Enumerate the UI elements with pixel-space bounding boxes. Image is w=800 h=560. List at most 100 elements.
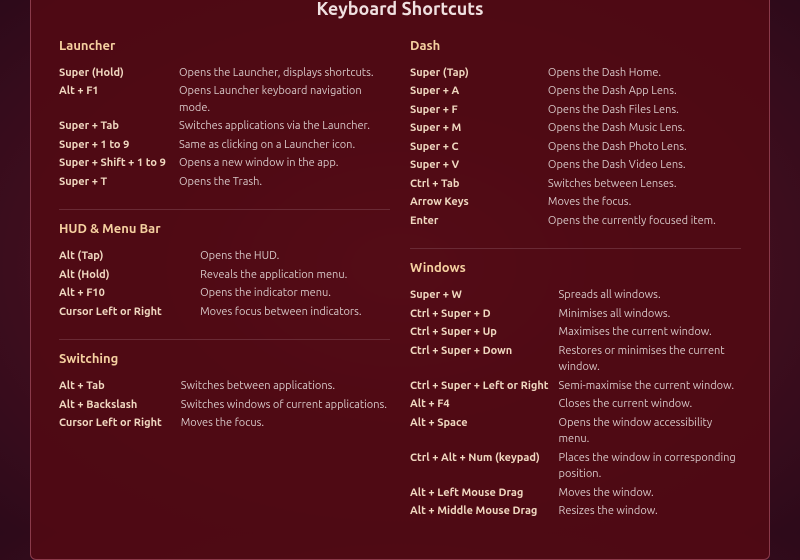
shortcut-desc: Restores or minimises the current window… <box>559 342 741 377</box>
shortcut-desc: Switches applications via the Launcher. <box>179 117 390 136</box>
table-row: Alt (Tap)Opens the HUD. <box>59 247 390 266</box>
table-row: Arrow KeysMoves the focus. <box>410 193 741 212</box>
shortcut-key: Alt + F10 <box>59 284 200 303</box>
shortcut-key: Super + Tab <box>59 117 179 136</box>
table-row: Cursor Left or RightMoves the focus. <box>59 414 390 433</box>
table-row: Super + 1 to 9Same as clicking on a Laun… <box>59 136 390 155</box>
section-switching: Switching Alt + TabSwitches between appl… <box>59 352 390 433</box>
table-row: Super + TOpens the Trash. <box>59 173 390 192</box>
shortcut-key: Alt + Left Mouse Drag <box>410 484 559 503</box>
hud-table: Alt (Tap)Opens the HUD.Alt (Hold)Reveals… <box>59 247 390 321</box>
divider-2 <box>59 339 390 340</box>
shortcut-desc: Opens the Launcher, displays shortcuts. <box>179 64 390 83</box>
table-row: Alt + SpaceOpens the window accessibilit… <box>410 414 741 449</box>
table-row: Super + WSpreads all windows. <box>410 286 741 305</box>
table-row: Ctrl + Super + Left or RightSemi-maximis… <box>410 377 741 396</box>
shortcut-key: Ctrl + Super + Down <box>410 342 559 377</box>
shortcut-desc: Semi-maximise the current window. <box>559 377 741 396</box>
dash-table: Super (Tap)Opens the Dash Home.Super + A… <box>410 64 741 231</box>
shortcut-desc: Opens the HUD. <box>200 247 390 266</box>
shortcut-key: Alt + Space <box>410 414 559 449</box>
dialog-title: Keyboard Shortcuts <box>59 0 741 19</box>
shortcut-key: Super + W <box>410 286 559 305</box>
table-row: Ctrl + Super + DownRestores or minimises… <box>410 342 741 377</box>
shortcut-key: Alt + Middle Mouse Drag <box>410 502 559 521</box>
table-row: Alt + Left Mouse DragMoves the window. <box>410 484 741 503</box>
shortcut-desc: Switches between Lenses. <box>548 175 741 194</box>
right-column: Dash Super (Tap)Opens the Dash Home.Supe… <box>410 39 741 539</box>
shortcut-desc: Opens the Dash Music Lens. <box>548 119 741 138</box>
shortcut-key: Ctrl + Super + Up <box>410 323 559 342</box>
shortcut-desc: Opens Launcher keyboard navigation mode. <box>179 82 390 117</box>
table-row: Super + COpens the Dash Photo Lens. <box>410 138 741 157</box>
table-row: Super (Tap)Opens the Dash Home. <box>410 64 741 83</box>
table-row: Alt + F10Opens the indicator menu. <box>59 284 390 303</box>
left-column: Launcher Super (Hold)Opens the Launcher,… <box>59 39 390 539</box>
shortcut-desc: Resizes the window. <box>559 502 741 521</box>
section-dash: Dash Super (Tap)Opens the Dash Home.Supe… <box>410 39 741 231</box>
shortcut-key: Super + M <box>410 119 548 138</box>
shortcut-desc: Opens the currently focused item. <box>548 212 741 231</box>
shortcut-desc: Opens the Dash App Lens. <box>548 82 741 101</box>
windows-table: Super + WSpreads all windows.Ctrl + Supe… <box>410 286 741 521</box>
shortcut-key: Alt + F4 <box>410 395 559 414</box>
shortcut-key: Arrow Keys <box>410 193 548 212</box>
table-row: Ctrl + Alt + Num (keypad)Places the wind… <box>410 449 741 484</box>
shortcut-desc: Moves the focus. <box>548 193 741 212</box>
table-row: Alt + Middle Mouse DragResizes the windo… <box>410 502 741 521</box>
table-row: Alt + TabSwitches between applications. <box>59 377 390 396</box>
section-launcher: Launcher Super (Hold)Opens the Launcher,… <box>59 39 390 192</box>
table-row: Ctrl + Super + UpMaximises the current w… <box>410 323 741 342</box>
shortcut-desc: Opens the indicator menu. <box>200 284 390 303</box>
table-row: Super + FOpens the Dash Files Lens. <box>410 101 741 120</box>
section-hud-title: HUD & Menu Bar <box>59 222 390 239</box>
table-row: Super + AOpens the Dash App Lens. <box>410 82 741 101</box>
shortcut-key: Cursor Left or Right <box>59 414 181 433</box>
table-row: Super + TabSwitches applications via the… <box>59 117 390 136</box>
table-row: Alt + F1Opens Launcher keyboard navigati… <box>59 82 390 117</box>
shortcut-desc: Opens the Dash Files Lens. <box>548 101 741 120</box>
shortcut-desc: Closes the current window. <box>559 395 741 414</box>
shortcut-desc: Places the window in corresponding posit… <box>559 449 741 484</box>
shortcut-desc: Opens the Dash Video Lens. <box>548 156 741 175</box>
shortcut-key: Ctrl + Tab <box>410 175 548 194</box>
shortcut-key: Super + Shift + 1 to 9 <box>59 154 179 173</box>
shortcut-desc: Opens the Dash Home. <box>548 64 741 83</box>
table-row: Alt (Hold)Reveals the application menu. <box>59 266 390 285</box>
shortcut-key: Alt (Tap) <box>59 247 200 266</box>
shortcut-key: Super + T <box>59 173 179 192</box>
table-row: Super + Shift + 1 to 9Opens a new window… <box>59 154 390 173</box>
section-switching-title: Switching <box>59 352 390 369</box>
shortcut-key: Alt + Tab <box>59 377 181 396</box>
shortcut-desc: Moves the focus. <box>181 414 390 433</box>
shortcut-desc: Switches windows of current applications… <box>181 396 390 415</box>
table-row: Ctrl + Super + DMinimises all windows. <box>410 305 741 324</box>
section-windows-title: Windows <box>410 261 741 278</box>
shortcut-key: Super + 1 to 9 <box>59 136 179 155</box>
shortcut-key: Cursor Left or Right <box>59 303 200 322</box>
section-hud: HUD & Menu Bar Alt (Tap)Opens the HUD.Al… <box>59 222 390 321</box>
switching-table: Alt + TabSwitches between applications.A… <box>59 377 390 433</box>
shortcut-desc: Opens the window accessibility menu. <box>559 414 741 449</box>
table-row: EnterOpens the currently focused item. <box>410 212 741 231</box>
shortcut-key: Super + V <box>410 156 548 175</box>
shortcut-key: Super (Tap) <box>410 64 548 83</box>
shortcut-desc: Opens a new window in the app. <box>179 154 390 173</box>
shortcut-desc: Same as clicking on a Launcher icon. <box>179 136 390 155</box>
keyboard-shortcuts-dialog: Keyboard Shortcuts Launcher Super (Hold)… <box>30 0 770 560</box>
shortcut-key: Ctrl + Alt + Num (keypad) <box>410 449 559 484</box>
table-row: Ctrl + TabSwitches between Lenses. <box>410 175 741 194</box>
section-launcher-title: Launcher <box>59 39 390 56</box>
shortcut-desc: Moves focus between indicators. <box>200 303 390 322</box>
shortcut-key: Alt + Backslash <box>59 396 181 415</box>
shortcut-desc: Minimises all windows. <box>559 305 741 324</box>
shortcut-desc: Reveals the application menu. <box>200 266 390 285</box>
table-row: Alt + F4Closes the current window. <box>410 395 741 414</box>
shortcut-desc: Spreads all windows. <box>559 286 741 305</box>
shortcut-key: Enter <box>410 212 548 231</box>
shortcut-desc: Switches between applications. <box>181 377 390 396</box>
shortcut-key: Super (Hold) <box>59 64 179 83</box>
table-row: Super + MOpens the Dash Music Lens. <box>410 119 741 138</box>
shortcut-desc: Moves the window. <box>559 484 741 503</box>
shortcut-key: Super + F <box>410 101 548 120</box>
